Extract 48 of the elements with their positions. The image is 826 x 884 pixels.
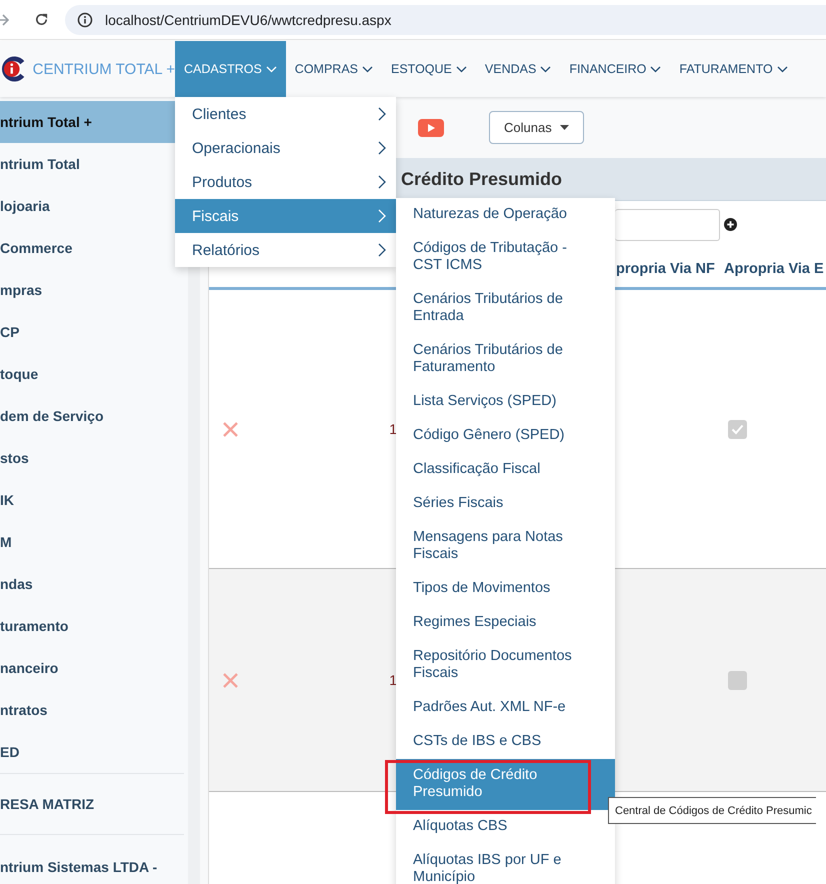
menu-item[interactable]: Repositório Documentos Fiscais	[396, 640, 615, 691]
menu-item[interactable]: Mensagens para Notas Fiscais	[396, 521, 615, 572]
nav-menu-item[interactable]: ESTOQUE	[382, 41, 476, 97]
sidebar-item[interactable]: turamento	[0, 605, 188, 647]
menu-item[interactable]: Classificação Fiscal	[396, 453, 615, 487]
nav-menu-item[interactable]: FINANCEIRO	[560, 41, 670, 97]
nav-menu-item[interactable]: VENDAS	[476, 41, 560, 97]
sidebar-item[interactable]: stos	[0, 437, 188, 479]
menu-item[interactable]: Regimes Especiais	[396, 606, 615, 640]
sidebar-item[interactable]: toque	[0, 353, 188, 395]
table-cell: 1	[389, 421, 397, 437]
account-name[interactable]: ntrium Sistemas LTDA -	[0, 859, 158, 875]
menu-item[interactable]: Padrões Aut. XML NF-e	[396, 691, 615, 725]
menu-item[interactable]: Tipos de Movimentos	[396, 572, 615, 606]
menu-item[interactable]: Códigos de Tributação - CST ICMS	[396, 232, 615, 283]
column-header[interactable]: Apropria Via E	[724, 260, 826, 276]
company-name[interactable]: RESA MATRIZ	[0, 796, 94, 812]
menu-item[interactable]: Alíquotas IBS por UF e Município	[396, 844, 615, 884]
grid-title: Crédito Presumido	[401, 168, 562, 190]
nav-menu-item[interactable]: CADASTROS	[175, 41, 286, 97]
menu-item[interactable]: Lista Serviços (SPED)	[396, 385, 615, 419]
menu-item[interactable]: Relatórios	[175, 233, 396, 267]
menu-item[interactable]: CSTs de IBS e CBS	[396, 725, 615, 759]
menu-item[interactable]: Código Gênero (SPED)	[396, 419, 615, 453]
sidebar-item[interactable]: ndas	[0, 563, 188, 605]
sidebar-item[interactable]: IK	[0, 479, 188, 521]
menu-item[interactable]: Fiscais	[175, 199, 396, 233]
sidebar-item[interactable]: mpras	[0, 269, 188, 311]
table-cell: 1	[389, 672, 397, 688]
nav-menu-item[interactable]: FATURAMENTO	[670, 41, 797, 97]
nav-menu-item[interactable]: COMPRAS	[286, 41, 382, 97]
sidebar-item[interactable]: nanceiro	[0, 647, 188, 689]
menu-item[interactable]: Códigos de Crédito Presumido	[396, 759, 615, 810]
sidebar-item[interactable]: ntratos	[0, 689, 188, 731]
menu-item[interactable]: Séries Fiscais	[396, 487, 615, 521]
address-bar[interactable]: localhost/CentriumDEVU6/wwtcredpresu.aspx	[65, 4, 826, 34]
menu-item[interactable]: Naturezas de Operação	[396, 198, 615, 232]
menu-item[interactable]: Cenários Tributários de Entrada	[396, 283, 615, 334]
sidebar-item[interactable]: dem de Serviço	[0, 395, 188, 437]
columns-button[interactable]: Colunas	[489, 111, 584, 144]
url-text: localhost/CentriumDEVU6/wwtcredpresu.aspx	[105, 12, 392, 28]
hover-tooltip: Central de Códigos de Crédito Presumic	[608, 797, 816, 824]
sidebar-item[interactable]: CP	[0, 311, 188, 353]
sidebar-item[interactable]: M	[0, 521, 188, 563]
menu-item[interactable]: Produtos	[175, 165, 396, 199]
sidebar-item[interactable]: ED	[0, 731, 188, 773]
column-header[interactable]: propria Via NF	[616, 260, 724, 276]
menu-item[interactable]: Cenários Tributários de Faturamento	[396, 334, 615, 385]
